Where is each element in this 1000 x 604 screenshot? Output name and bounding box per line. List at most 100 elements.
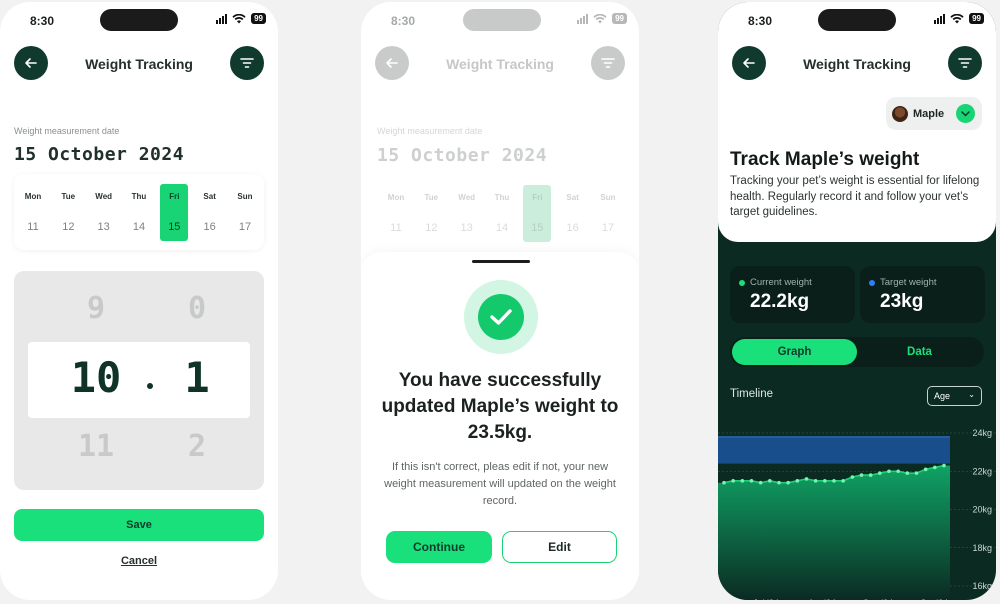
day-name: Wed	[95, 192, 113, 201]
battery-icon: 99	[251, 13, 266, 24]
day-number: 15	[168, 221, 181, 233]
cancel-link[interactable]: Cancel	[0, 555, 278, 567]
page-title: Weight Tracking	[446, 56, 554, 72]
filter-button[interactable]	[230, 46, 264, 80]
signal-icon	[934, 13, 946, 24]
day-mon[interactable]: Mon 11	[18, 174, 48, 250]
day-name: Sat	[203, 192, 216, 201]
tab-graph[interactable]: Graph	[732, 339, 857, 365]
day-name: Thu	[131, 192, 147, 201]
continue-button[interactable]: Continue	[386, 531, 492, 563]
data-point	[786, 480, 790, 485]
data-point	[813, 479, 818, 483]
day-name: Mon	[24, 192, 42, 201]
wifi-icon	[950, 13, 964, 23]
selected-date: 15 October 2024	[14, 144, 185, 165]
y-tick-label: 18kg	[972, 543, 992, 553]
y-tick-label: 24kg	[972, 428, 992, 438]
page-title: Weight Tracking	[85, 56, 193, 72]
success-message: If this isn't correct, pleas edit if not…	[384, 461, 616, 507]
day-number: 11	[27, 221, 39, 233]
edit-button[interactable]: Edit	[502, 531, 617, 563]
day-name: Tue	[61, 192, 76, 201]
data-point	[804, 477, 809, 481]
target-weight-card: Target weight 23kg	[860, 266, 985, 323]
filter-icon	[240, 58, 254, 68]
x-tick-label: Jul '24	[753, 598, 779, 600]
pet-avatar	[892, 105, 908, 122]
day-name: Sun	[237, 192, 253, 201]
timeline-label: Timeline	[730, 388, 774, 400]
day-thu[interactable]: Thu 14	[124, 174, 154, 250]
picker-int-above[interactable]: 9	[56, 291, 136, 326]
success-screen: 8:30 99 Weight Tracking Weight measureme…	[361, 2, 639, 600]
data-point	[896, 469, 900, 474]
filter-icon	[958, 58, 972, 68]
day-sun[interactable]: Sun 17	[230, 174, 260, 250]
data-point	[887, 469, 891, 474]
data-point	[868, 473, 873, 477]
battery-icon: 99	[612, 13, 627, 24]
data-point	[731, 479, 735, 483]
wifi-icon	[593, 13, 607, 23]
day-number: 14	[132, 221, 146, 233]
y-tick-label: 16kg	[972, 581, 992, 591]
data-point	[740, 479, 745, 483]
week-selector: Mon 11 Tue 12 Wed 13 Thu 14 Fri 15 Sat 16 Sun 1…	[377, 175, 627, 251]
target-weight-label: Target weight	[880, 277, 937, 288]
day-name: Fri	[169, 192, 180, 201]
x-tick-label: Sep '24	[863, 598, 893, 600]
data-point	[795, 479, 800, 483]
day-number: 13	[97, 221, 110, 233]
status-time: 8:30	[30, 14, 55, 28]
app-header: Weight Tracking	[732, 46, 982, 82]
timeline-filter-select[interactable]: Age ⌄	[927, 386, 982, 406]
data-point	[841, 479, 845, 483]
picker-dec-below[interactable]: 2	[157, 429, 237, 464]
checkmark-icon	[490, 309, 512, 325]
picker-dec-above[interactable]: 0	[157, 291, 237, 326]
section-heading: Track Maple’s weight	[730, 149, 920, 170]
current-dot	[739, 280, 745, 286]
weight-picker[interactable]: 9 0 10 1 11 2	[14, 271, 264, 490]
date-label: Weight measurement date	[14, 126, 120, 136]
view-toggle: Graph Data	[730, 337, 984, 367]
picker-dec-selected[interactable]: 1	[157, 353, 237, 402]
page-title: Weight Tracking	[803, 56, 911, 72]
dynamic-island	[463, 9, 541, 31]
picker-int-below[interactable]: 11	[56, 429, 136, 464]
wifi-icon	[232, 13, 246, 23]
status-bar: 8:30 99	[361, 2, 639, 42]
battery-icon: 99	[969, 13, 984, 24]
data-point	[859, 473, 864, 477]
day-sat[interactable]: Sat 16	[195, 174, 225, 250]
section-description: Tracking your pet’s weight is essential …	[730, 175, 980, 218]
sheet-drag-handle[interactable]	[472, 260, 530, 263]
data-point	[923, 467, 928, 472]
chevron-down-icon: ⌄	[968, 390, 975, 399]
tab-data[interactable]: Data	[857, 339, 982, 365]
x-tick-label: Aug'24	[808, 598, 836, 600]
day-fri-selected[interactable]: Fri 15	[159, 174, 189, 250]
data-point	[933, 465, 937, 470]
status-time: 8:30	[748, 14, 773, 28]
picker-int-selected[interactable]: 10	[56, 353, 136, 402]
filter-button[interactable]	[948, 46, 982, 80]
filter-value: Age	[934, 391, 951, 401]
status-bar: 8:30 99	[0, 2, 278, 42]
day-tue[interactable]: Tue 12	[53, 174, 83, 250]
pet-selector[interactable]: Maple	[886, 97, 982, 130]
selected-date: 15 October 2024	[377, 145, 548, 166]
day-wed[interactable]: Wed 13	[89, 174, 119, 250]
target-dot	[869, 280, 875, 286]
decimal-point	[147, 383, 153, 389]
save-button[interactable]: Save	[14, 509, 264, 541]
weight-chart: 24kg 22kg 20kg 18kg 16kg Jul '24 Aug'24 Sep '24…	[718, 428, 996, 600]
target-weight-value: 23kg	[880, 291, 924, 312]
data-point	[777, 480, 781, 485]
target-band	[718, 436, 950, 464]
data-point	[905, 471, 910, 475]
day-number: 17	[238, 221, 252, 233]
filter-icon	[601, 58, 615, 68]
y-tick-label: 20kg	[972, 505, 992, 515]
